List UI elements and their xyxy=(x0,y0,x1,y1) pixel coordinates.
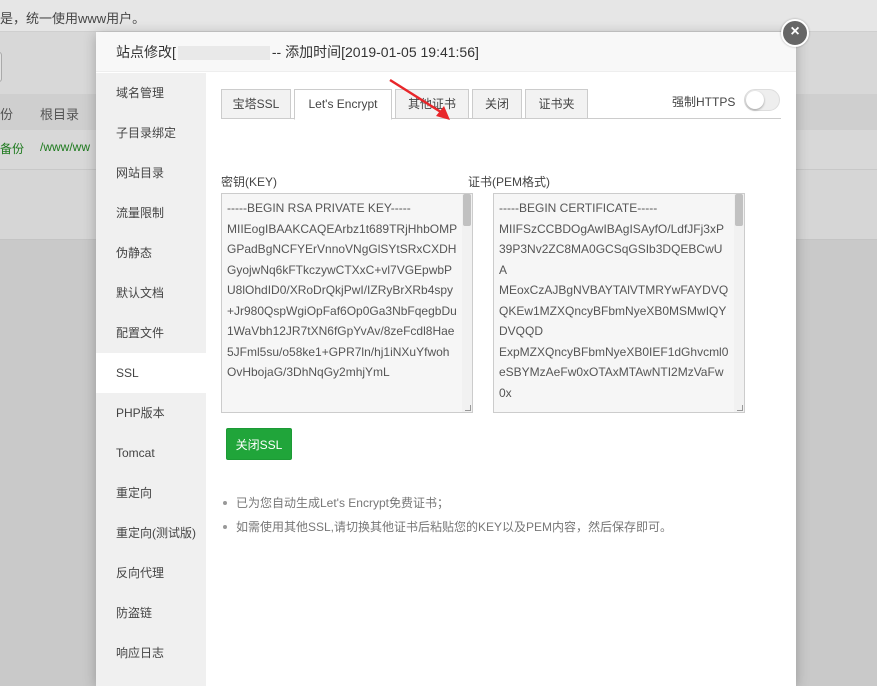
tip-item: 如需使用其他SSL,请切换其他证书后粘贴您的KEY以及PEM内容，然后保存即可。 xyxy=(220,515,780,539)
key-textarea[interactable]: -----BEGIN RSA PRIVATE KEY----- MIIEogIB… xyxy=(221,193,473,413)
sidebar-item-default-doc[interactable]: 默认文档 xyxy=(96,273,206,313)
site-edit-modal: 站点修改[ -- 添加时间[2019-01-05 19:41:56] × 域名管理… xyxy=(96,19,809,686)
close-icon[interactable]: × xyxy=(781,19,809,47)
key-scroll-thumb[interactable] xyxy=(463,194,471,226)
modal-title-suffix: -- 添加时间[2019-01-05 19:41:56] xyxy=(271,44,479,60)
tab-lets-encrypt[interactable]: Let's Encrypt xyxy=(294,89,392,120)
tab-close[interactable]: 关闭 xyxy=(472,89,522,119)
background-notice-text: 是，统一使用www用户。 xyxy=(0,11,146,26)
sidebar-item-traffic-limit[interactable]: 流量限制 xyxy=(96,193,206,233)
tab-cert-folder[interactable]: 证书夹 xyxy=(525,89,588,119)
sidebar-item-site-directory[interactable]: 网站目录 xyxy=(96,153,206,193)
key-field-label: 密钥(KEY) xyxy=(221,175,278,189)
background-notice: 是，统一使用www用户。 xyxy=(0,0,877,32)
background-row-backup-link: 备份 xyxy=(0,142,25,156)
sidebar-item-ssl[interactable]: SSL xyxy=(96,353,206,393)
tab-baota-ssl[interactable]: 宝塔SSL xyxy=(221,89,291,119)
ssl-panel: 宝塔SSL Let's Encrypt 其他证书 关闭 证书夹 强制HTTPS … xyxy=(206,73,796,686)
redacted-domain xyxy=(177,46,270,61)
sidebar-item-domain[interactable]: 域名管理 xyxy=(96,73,206,113)
cert-textarea[interactable]: -----BEGIN CERTIFICATE----- MIIFSzCCBDOg… xyxy=(493,193,745,413)
sidebar-item-reverse-proxy[interactable]: 反向代理 xyxy=(96,553,206,593)
settings-sidebar: 域名管理 子目录绑定 网站目录 流量限制 伪静态 默认文档 配置文件 SSL P… xyxy=(96,73,206,686)
cert-field-label: 证书(PEM格式) xyxy=(468,175,550,189)
background-row-path-link: /www/ww xyxy=(40,140,90,154)
modal-title-prefix: 站点修改[ xyxy=(116,44,176,60)
tab-other-cert[interactable]: 其他证书 xyxy=(395,89,469,119)
key-textarea-content: -----BEGIN RSA PRIVATE KEY----- MIIEogIB… xyxy=(227,201,458,379)
close-ssl-button[interactable]: 关闭SSL xyxy=(226,428,292,460)
background-header-root: 根目录 xyxy=(40,107,80,122)
cert-textarea-content: -----BEGIN CERTIFICATE----- MIIFSzCCBDOg… xyxy=(499,201,729,400)
background-header-backup: 份 xyxy=(0,107,14,122)
sidebar-item-tomcat[interactable]: Tomcat xyxy=(96,433,206,473)
sidebar-item-config-file[interactable]: 配置文件 xyxy=(96,313,206,353)
sidebar-item-php-version[interactable]: PHP版本 xyxy=(96,393,206,433)
cert-resize-handle[interactable] xyxy=(737,405,743,411)
sidebar-item-response-log[interactable]: 响应日志 xyxy=(96,633,206,673)
key-resize-handle[interactable] xyxy=(465,405,471,411)
sidebar-item-subdirectory[interactable]: 子目录绑定 xyxy=(96,113,206,153)
key-scrollbar[interactable] xyxy=(462,194,472,412)
modal-title: 站点修改[ -- 添加时间[2019-01-05 19:41:56] xyxy=(96,32,796,72)
sidebar-item-redirect[interactable]: 重定向 xyxy=(96,473,206,513)
sidebar-item-hotlink-protection[interactable]: 防盗链 xyxy=(96,593,206,633)
toggle-knob xyxy=(746,91,764,109)
background-toolbar-button xyxy=(0,52,2,82)
ssl-tips: 已为您自动生成Let's Encrypt免费证书； 如需使用其他SSL,请切换其… xyxy=(220,491,780,539)
sidebar-item-rewrite[interactable]: 伪静态 xyxy=(96,233,206,273)
cert-scrollbar[interactable] xyxy=(734,194,744,412)
force-https-label: 强制HTTPS xyxy=(672,95,736,109)
tip-item: 已为您自动生成Let's Encrypt免费证书； xyxy=(220,491,780,515)
sidebar-item-redirect-beta[interactable]: 重定向(测试版) xyxy=(96,513,206,553)
cert-scroll-thumb[interactable] xyxy=(735,194,743,226)
force-https-toggle[interactable] xyxy=(744,89,780,111)
